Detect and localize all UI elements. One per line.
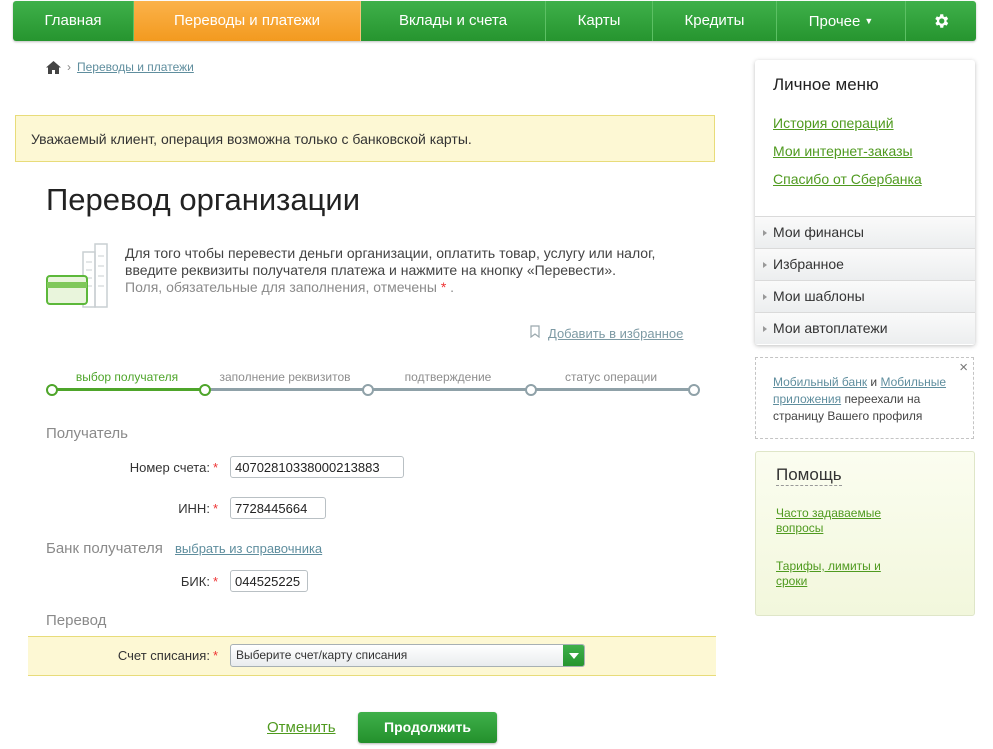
step-dot-5: [688, 384, 700, 396]
bik-label: БИК: *: [38, 574, 218, 589]
breadcrumb-link-transfers[interactable]: Переводы и платежи: [77, 60, 194, 74]
gear-icon: [932, 12, 950, 29]
required-star: *: [440, 279, 447, 295]
bookmark-icon: [530, 325, 540, 341]
page-title: Перевод организации: [46, 182, 361, 217]
settings-button[interactable]: [906, 1, 976, 41]
nav-item-cards[interactable]: Карты: [546, 1, 653, 41]
debit-label: Счет списания: *: [38, 648, 218, 663]
help-link-tariffs[interactable]: Тарифы, лимиты и сроки: [776, 559, 906, 589]
step-dot-4: [525, 384, 537, 396]
help-link-faq[interactable]: Часто задаваемые вопросы: [776, 506, 906, 536]
step-label-1: выбор получателя: [75, 370, 179, 384]
debit-account-select-value: Выберите счет/карту списания: [236, 648, 408, 662]
required-note-dot: .: [450, 279, 455, 295]
cancel-link[interactable]: Отменить: [267, 719, 336, 736]
step-label-2: заполнение реквизитов: [219, 370, 351, 384]
personal-menu: Личное меню История операций Мои интерне…: [755, 60, 975, 345]
help-box: Помощь Часто задаваемые вопросы Тарифы, …: [755, 451, 975, 616]
menu-row-templates[interactable]: Мои шаблоны: [755, 280, 975, 312]
mobile-bank-link[interactable]: Мобильный банк: [773, 375, 867, 389]
bank-section-title: Банк получателя: [46, 540, 163, 557]
step-line-1: [52, 388, 204, 391]
add-to-favorites-link[interactable]: Добавить в избранное: [530, 325, 683, 341]
inn-label: ИНН: *: [38, 501, 218, 516]
debit-account-select[interactable]: Выберите счет/карту списания: [230, 644, 585, 667]
step-dot-2: [199, 384, 211, 396]
nav-item-other-label: Прочее: [808, 13, 861, 30]
inn-label-text: ИНН:: [178, 501, 210, 516]
nav-item-other[interactable]: Прочее ▼: [777, 1, 906, 41]
mobile-notice-and: и: [870, 375, 878, 389]
step-label-3: подтверждение: [404, 370, 492, 384]
card-building-icon: [46, 242, 110, 313]
breadcrumb: › Переводы и платежи: [46, 60, 194, 74]
bik-input[interactable]: [230, 570, 308, 592]
required-star: *: [212, 501, 218, 516]
nav-item-transfers[interactable]: Переводы и платежи: [134, 1, 361, 41]
progress-steps: выбор получателя заполнение реквизитов п…: [46, 366, 700, 396]
choose-from-directory-link[interactable]: выбрать из справочника: [175, 541, 322, 556]
link-operation-history[interactable]: История операций: [773, 115, 894, 131]
required-note: Поля, обязательные для заполнения, отмеч…: [125, 279, 437, 295]
top-navigation: Главная Переводы и платежи Вклады и счет…: [13, 1, 976, 41]
mobile-bank-notice: × Мобильный банк и Мобильные приложения …: [755, 357, 974, 439]
nav-item-main[interactable]: Главная: [13, 1, 134, 41]
menu-row-autopayments[interactable]: Мои автоплатежи: [755, 312, 975, 344]
personal-menu-title: Личное меню: [773, 75, 879, 94]
step-dot-3: [362, 384, 374, 396]
home-icon[interactable]: [46, 60, 61, 74]
intro-text-block: Для того чтобы перевести деньги организа…: [125, 245, 685, 296]
inn-input[interactable]: [230, 497, 326, 519]
bik-label-text: БИК:: [180, 574, 210, 589]
recipient-section-title: Получатель: [46, 425, 128, 442]
step-line-rest: [204, 388, 694, 391]
add-to-favorites-label: Добавить в избранное: [548, 325, 684, 341]
intro-text: Для того чтобы перевести деньги организа…: [125, 245, 656, 278]
link-internet-orders[interactable]: Мои интернет-заказы: [773, 143, 913, 159]
required-star: *: [212, 648, 218, 663]
required-star: *: [212, 574, 218, 589]
chevron-down-icon[interactable]: [563, 645, 584, 666]
nav-item-credits[interactable]: Кредиты: [653, 1, 777, 41]
close-icon[interactable]: ×: [959, 359, 968, 376]
chevron-right-icon: ›: [67, 60, 71, 74]
account-number-input[interactable]: [230, 456, 404, 478]
menu-row-finances[interactable]: Мои финансы: [755, 216, 975, 248]
personal-menu-rows: Мои финансы Избранное Мои шаблоны Мои ав…: [755, 216, 975, 344]
nav-item-deposits[interactable]: Вклады и счета: [361, 1, 546, 41]
step-label-4: статус операции: [564, 370, 658, 384]
required-star: *: [212, 460, 218, 475]
account-label: Номер счета: *: [38, 460, 218, 475]
transfer-section-title: Перевод: [46, 612, 107, 629]
debit-label-text: Счет списания:: [117, 648, 210, 663]
notice-banner: Уважаемый клиент, операция возможна толь…: [15, 115, 715, 162]
account-label-text: Номер счета:: [129, 460, 210, 475]
link-spasibo[interactable]: Спасибо от Сбербанка: [773, 171, 922, 187]
step-dot-1: [46, 384, 58, 396]
continue-button[interactable]: Продолжить: [358, 712, 497, 743]
help-title: Помощь: [776, 465, 842, 486]
menu-row-favorites[interactable]: Избранное: [755, 248, 975, 280]
chevron-down-icon: ▼: [864, 16, 874, 26]
